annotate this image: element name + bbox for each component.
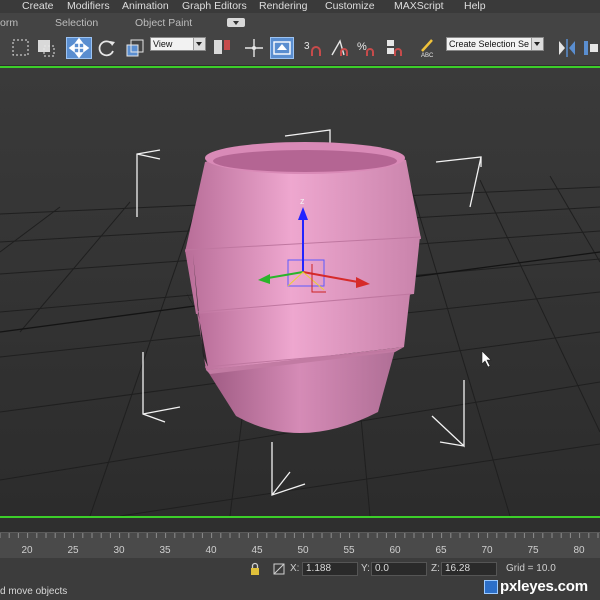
- select-and-move-button[interactable]: [66, 37, 92, 59]
- grid-size-readout: Grid = 10.0: [506, 563, 556, 574]
- rotate-icon[interactable]: [96, 37, 118, 59]
- keyboard-shortcut-override-button[interactable]: [270, 37, 294, 59]
- pivot-center-icon[interactable]: [211, 37, 233, 59]
- tick-label: 25: [67, 545, 79, 556]
- tick-label: 80: [573, 545, 585, 556]
- tick-label: 70: [481, 545, 493, 556]
- perspective-viewport[interactable]: z: [0, 66, 600, 518]
- tick-label: 40: [205, 545, 217, 556]
- select-region-icon[interactable]: [10, 37, 32, 59]
- tick-label: 30: [113, 545, 125, 556]
- z-coordinate-field[interactable]: 16.28: [441, 562, 497, 576]
- menu-customize[interactable]: Customize: [325, 0, 375, 13]
- y-coordinate-field[interactable]: 0.0: [371, 562, 427, 576]
- menu-modifiers[interactable]: Modifiers: [67, 0, 110, 13]
- percent-snap-icon[interactable]: %: [356, 37, 378, 59]
- tick-label: 45: [251, 545, 263, 556]
- mirror-icon[interactable]: [556, 37, 578, 59]
- named-selection-placeholder: Create Selection Se: [449, 39, 530, 49]
- menu-help[interactable]: Help: [464, 0, 486, 13]
- timeline-ruler[interactable]: 20 25 30 35 40 45 50 55 60 65 70 75 80: [0, 532, 600, 559]
- menu-maxscript[interactable]: MAXScript: [394, 0, 444, 13]
- align-icon[interactable]: [582, 37, 600, 59]
- tick-label: 20: [21, 545, 33, 556]
- y-label: Y:: [361, 563, 370, 574]
- x-label: X:: [290, 563, 300, 574]
- reference-coordinate-dropdown[interactable]: View: [150, 37, 206, 51]
- tick-label: 55: [343, 545, 355, 556]
- window-crossing-icon[interactable]: [35, 37, 57, 59]
- svg-text:ABC: ABC: [421, 53, 434, 59]
- z-label: Z:: [431, 563, 440, 574]
- main-toolbar: View 3 % ABC Create Selection Se: [0, 33, 600, 65]
- angle-snap-icon[interactable]: [330, 37, 352, 59]
- select-manipulate-icon[interactable]: [243, 37, 265, 59]
- status-bar: X: 1.188 Y: 0.0 Z: 16.28 Grid = 10.0 d m…: [0, 558, 600, 600]
- tab-transform[interactable]: orm: [0, 17, 18, 29]
- menu-animation[interactable]: Animation: [122, 0, 169, 13]
- edit-named-selection-icon[interactable]: ABC: [418, 37, 440, 59]
- gizmo-z-label: z: [300, 196, 305, 206]
- watermark-logo-icon: [484, 580, 498, 594]
- tick-label: 65: [435, 545, 447, 556]
- tick-label: 35: [159, 545, 171, 556]
- selection-lock-icon[interactable]: [248, 562, 262, 576]
- svg-text:%: %: [357, 41, 367, 53]
- ribbon-tabs: orm Selection Object Paint: [0, 13, 600, 34]
- prompt-line: d move objects: [0, 586, 68, 597]
- tick-label: 50: [297, 545, 309, 556]
- named-selection-sets-dropdown[interactable]: Create Selection Se: [446, 37, 544, 51]
- menu-create[interactable]: Create: [22, 0, 54, 13]
- watermark: pxleyes.com: [500, 578, 588, 595]
- menu-bar: Create Modifiers Animation Graph Editors…: [0, 0, 600, 13]
- menu-graph-editors[interactable]: Graph Editors: [182, 0, 247, 13]
- tab-selection[interactable]: Selection: [55, 17, 98, 29]
- ribbon-options-dropdown[interactable]: [227, 18, 245, 27]
- menu-rendering[interactable]: Rendering: [259, 0, 307, 13]
- tick-label: 75: [527, 545, 539, 556]
- tab-object-paint[interactable]: Object Paint: [135, 17, 192, 29]
- tick-label: 60: [389, 545, 401, 556]
- transform-mode-icon[interactable]: [272, 562, 286, 576]
- viewport-scene: z: [0, 68, 600, 516]
- snaps-toggle-icon[interactable]: 3: [303, 37, 325, 59]
- spinner-snap-icon[interactable]: [384, 37, 406, 59]
- scale-icon[interactable]: [124, 37, 146, 59]
- reference-coordinate-value: View: [153, 39, 173, 49]
- x-coordinate-field[interactable]: 1.188: [302, 562, 358, 576]
- timeline-ticks: [0, 533, 599, 538]
- svg-text:3: 3: [304, 41, 310, 52]
